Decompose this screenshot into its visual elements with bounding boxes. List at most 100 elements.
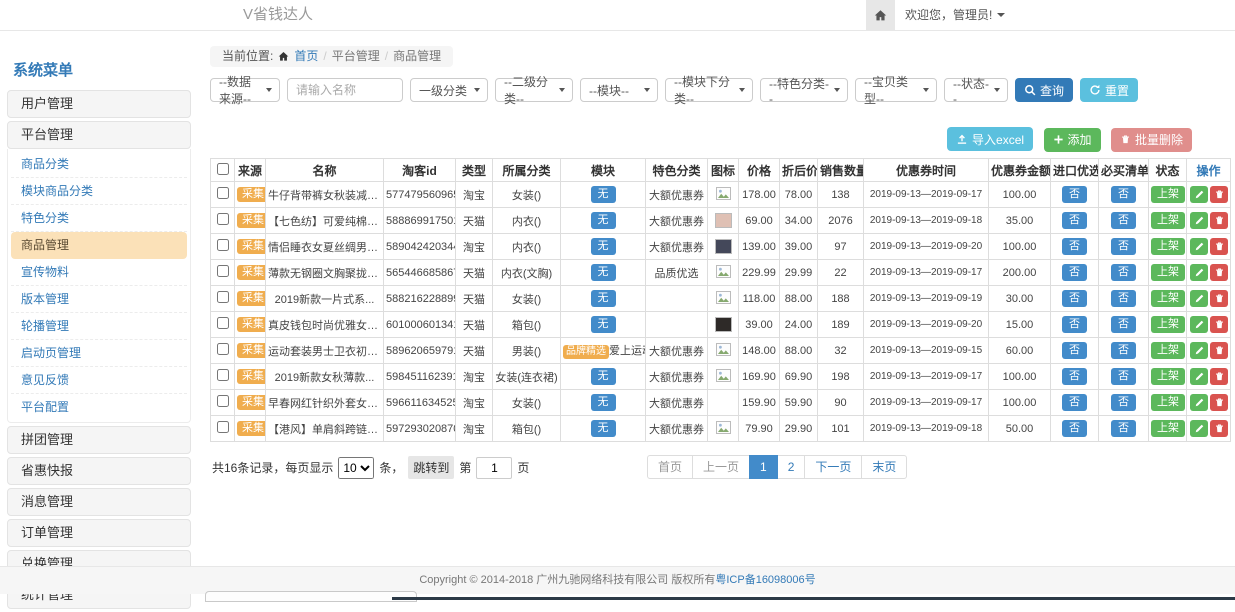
module-badge[interactable]: 无 [591,420,616,437]
status-badge[interactable]: 上架 [1151,238,1185,255]
status-badge[interactable]: 上架 [1151,290,1185,307]
row-checkbox[interactable] [217,317,229,329]
edit-button[interactable] [1190,394,1208,411]
filter-select[interactable]: --数据来源-- [210,78,280,102]
delete-button[interactable] [1210,186,1228,203]
imported-toggle-button[interactable]: 否 [1062,186,1087,203]
imported-toggle-button[interactable]: 否 [1062,342,1087,359]
filter-select[interactable]: --特色分类-- [760,78,848,102]
sidebar-group-header[interactable]: 订单管理 [7,519,191,547]
row-checkbox[interactable] [217,187,229,199]
sidebar-item[interactable]: 轮播管理 [11,313,187,340]
module-badge[interactable]: 无 [591,264,616,281]
sidebar-group-header[interactable]: 省惠快报 [7,457,191,485]
edit-button[interactable] [1190,264,1208,281]
reset-button[interactable]: 重置 [1080,78,1138,102]
module-badge[interactable]: 无 [591,316,616,333]
jump-page-input[interactable] [476,457,512,479]
edit-button[interactable] [1190,290,1208,307]
source-badge[interactable]: 采集 [237,421,266,436]
source-badge[interactable]: 采集 [237,291,266,306]
must-buy-toggle-button[interactable]: 否 [1111,186,1136,203]
filter-select[interactable]: --宝贝类型-- [855,78,937,102]
imported-toggle-button[interactable]: 否 [1062,238,1087,255]
edit-button[interactable] [1190,368,1208,385]
name-search-input[interactable] [287,78,403,102]
edit-button[interactable] [1190,186,1208,203]
row-checkbox[interactable] [217,369,229,381]
sidebar-group-header[interactable]: 平台管理 [7,121,191,149]
must-buy-toggle-button[interactable]: 否 [1111,342,1136,359]
source-badge[interactable]: 采集 [237,369,266,384]
filter-select[interactable]: --模块下分类-- [665,78,753,102]
must-buy-toggle-button[interactable]: 否 [1111,238,1136,255]
filter-select[interactable]: --二级分类-- [495,78,573,102]
imported-toggle-button[interactable]: 否 [1062,264,1087,281]
status-badge[interactable]: 上架 [1151,420,1185,437]
delete-button[interactable] [1210,368,1228,385]
sidebar-item[interactable]: 启动页管理 [11,340,187,367]
must-buy-toggle-button[interactable]: 否 [1111,316,1136,333]
must-buy-toggle-button[interactable]: 否 [1111,368,1136,385]
delete-button[interactable] [1210,290,1228,307]
sidebar-group-header[interactable]: 拼团管理 [7,426,191,454]
imported-toggle-button[interactable]: 否 [1062,290,1087,307]
per-page-select[interactable]: 10 [338,457,374,479]
pager-button[interactable]: 首页 [647,455,693,479]
delete-button[interactable] [1210,264,1228,281]
sidebar-item[interactable]: 商品管理 [11,232,187,259]
imported-toggle-button[interactable]: 否 [1062,394,1087,411]
sidebar-item[interactable]: 意见反馈 [11,367,187,394]
sidebar-group-header[interactable]: 用户管理 [7,90,191,118]
status-badge[interactable]: 上架 [1151,368,1185,385]
pager-button[interactable]: 2 [777,455,806,479]
status-badge[interactable]: 上架 [1151,394,1185,411]
user-menu[interactable]: 欢迎您，管理员! [905,0,1005,30]
row-checkbox[interactable] [217,239,229,251]
source-badge[interactable]: 采集 [237,343,266,358]
pager-button[interactable]: 上一页 [692,455,750,479]
status-badge[interactable]: 上架 [1151,316,1185,333]
delete-button[interactable] [1210,342,1228,359]
source-badge[interactable]: 采集 [237,395,266,410]
imported-toggle-button[interactable]: 否 [1062,368,1087,385]
jump-button[interactable]: 跳转到 [408,456,454,479]
must-buy-toggle-button[interactable]: 否 [1111,290,1136,307]
sidebar-item[interactable]: 平台配置 [11,394,187,420]
edit-button[interactable] [1190,342,1208,359]
imported-toggle-button[interactable]: 否 [1062,212,1087,229]
must-buy-toggle-button[interactable]: 否 [1111,420,1136,437]
module-badge[interactable]: 无 [591,290,616,307]
sidebar-group-header[interactable]: 消息管理 [7,488,191,516]
imported-toggle-button[interactable]: 否 [1062,316,1087,333]
module-badge[interactable]: 无 [591,212,616,229]
pager-button[interactable]: 末页 [861,455,907,479]
row-checkbox[interactable] [217,395,229,407]
source-badge[interactable]: 采集 [237,265,266,280]
batch-delete-button[interactable]: 批量删除 [1111,128,1192,152]
delete-button[interactable] [1210,394,1228,411]
filter-select[interactable]: 一级分类 [410,78,488,102]
sidebar-item[interactable]: 特色分类 [11,205,187,232]
sidebar-item[interactable]: 版本管理 [11,286,187,313]
imported-toggle-button[interactable]: 否 [1062,420,1087,437]
delete-button[interactable] [1210,238,1228,255]
must-buy-toggle-button[interactable]: 否 [1111,394,1136,411]
import-excel-button[interactable]: 导入excel [947,127,1033,151]
filter-select[interactable]: --状态-- [944,78,1008,102]
module-badge[interactable]: 无 [591,394,616,411]
sidebar-item[interactable]: 商品分类 [11,151,187,178]
search-button[interactable]: 查询 [1015,78,1073,102]
delete-button[interactable] [1210,212,1228,229]
status-badge[interactable]: 上架 [1151,186,1185,203]
delete-button[interactable] [1210,420,1228,437]
pager-button[interactable]: 1 [749,455,778,479]
icp-link[interactable]: 粤ICP备16098006号 [715,574,815,586]
breadcrumb-home-link[interactable]: 首页 [294,46,318,67]
module-badge[interactable]: 品牌精选 [563,345,609,359]
source-badge[interactable]: 采集 [237,187,266,202]
edit-button[interactable] [1190,212,1208,229]
status-badge[interactable]: 上架 [1151,212,1185,229]
row-checkbox[interactable] [217,291,229,303]
filter-select[interactable]: --模块-- [580,78,658,102]
